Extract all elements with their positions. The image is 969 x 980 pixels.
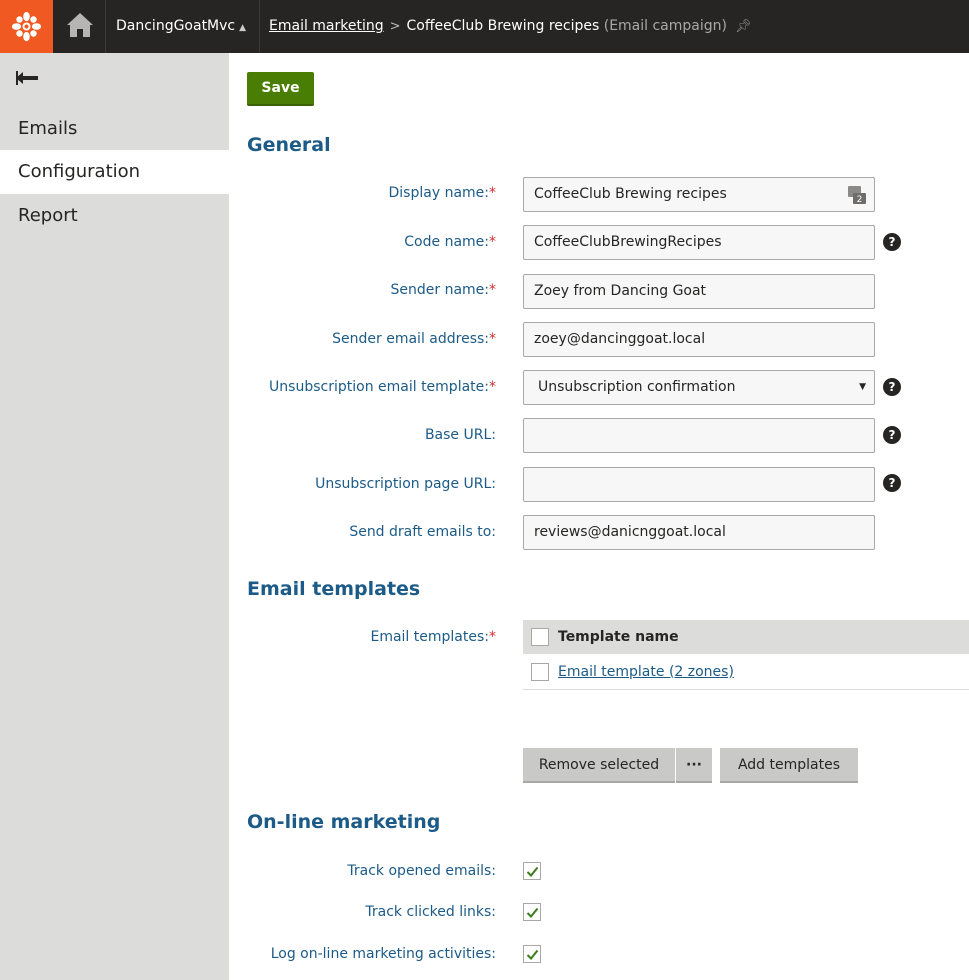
template-link[interactable]: Email template (2 zones) [558,654,734,690]
save-button[interactable]: Save [247,72,314,106]
chevron-right-icon: > [389,19,401,34]
select-all-checkbox[interactable] [531,628,549,646]
send-draft-emails-input[interactable]: reviews@danicnggoat.local [523,515,875,550]
track-opened-label: Track opened emails: [347,863,496,879]
svg-text:2: 2 [857,195,863,205]
code-name-label: Code name:* [404,234,496,250]
log-activities-label: Log on-line marketing activities: [270,946,496,962]
breadcrumb-current: CoffeeClub Brewing recipes [406,18,600,34]
localize-icon[interactable]: 2 [847,185,867,205]
top-bar: DancingGoatMvc ▲ Email marketing > CoffeeCl… [0,0,969,53]
section-title-email-templates: Email templates [247,578,421,600]
remove-selected-button[interactable]: Remove selected [523,748,675,783]
templates-grid-header: Template name [523,620,969,654]
sender-email-label: Sender email address:* [332,331,496,347]
checkmark-icon [526,907,539,918]
unsubscription-template-select[interactable]: Unsubscription confirmation ▼ [523,370,875,405]
sidebar: Emails Configuration Report [0,53,229,980]
track-opened-checkbox[interactable] [523,862,541,880]
help-icon[interactable]: ? [883,426,901,444]
sender-name-input[interactable]: Zoey from Dancing Goat [523,274,875,309]
section-title-general: General [247,134,331,156]
home-icon [67,13,93,37]
unsubscription-page-url-input[interactable] [523,467,875,502]
breadcrumb: Email marketing > CoffeeClub Brewing recip… [269,0,752,53]
display-name-input[interactable]: CoffeeClub Brewing recipes 2 [523,177,875,212]
base-url-label: Base URL: [424,427,496,443]
back-arrow-icon[interactable] [14,65,40,91]
site-selector[interactable]: DancingGoatMvc ▲ [106,0,260,53]
breadcrumb-type: (Email campaign) [603,18,727,34]
sidebar-item-configuration[interactable]: Configuration [0,150,229,194]
sidebar-item-emails[interactable]: Emails [0,107,229,151]
kentico-logo[interactable] [0,0,53,53]
row-checkbox[interactable] [531,663,549,681]
help-icon[interactable]: ? [883,474,901,492]
display-name-label: Display name:* [388,185,496,201]
log-activities-checkbox[interactable] [523,945,541,963]
more-actions-button[interactable]: ··· [676,748,712,783]
table-row: Email template (2 zones) [523,654,969,690]
checkmark-icon [526,949,539,960]
checkmark-icon [526,866,539,877]
unsubscription-page-url-label: Unsubscription page URL: [315,476,496,492]
help-icon[interactable]: ? [883,378,901,396]
add-templates-button[interactable]: Add templates [720,748,858,783]
code-name-input[interactable]: CoffeeClubBrewingRecipes [523,225,875,260]
base-url-input[interactable] [523,418,875,453]
home-button[interactable] [53,0,106,53]
kentico-logo-icon [11,11,42,42]
site-name: DancingGoatMvc [116,18,236,34]
column-header-template-name[interactable]: Template name [558,620,679,654]
breadcrumb-email-marketing[interactable]: Email marketing [269,18,384,34]
track-clicked-label: Track clicked links: [365,904,496,920]
pin-icon[interactable]: 📌︎ [735,19,752,34]
send-draft-emails-label: Send draft emails to: [349,524,496,540]
email-templates-label: Email templates:* [370,629,496,645]
sender-email-input[interactable]: zoey@dancinggoat.local [523,322,875,357]
sender-name-label: Sender name:* [390,282,497,298]
unsubscription-template-label: Unsubscription email template:* [269,379,496,395]
track-clicked-checkbox[interactable] [523,903,541,921]
help-icon[interactable]: ? [883,233,901,251]
section-title-online-marketing: On-line marketing [247,811,441,833]
sidebar-item-report[interactable]: Report [0,194,229,238]
dropdown-caret-icon: ▼ [859,382,866,392]
chevron-down-icon: ▲ [239,23,247,33]
